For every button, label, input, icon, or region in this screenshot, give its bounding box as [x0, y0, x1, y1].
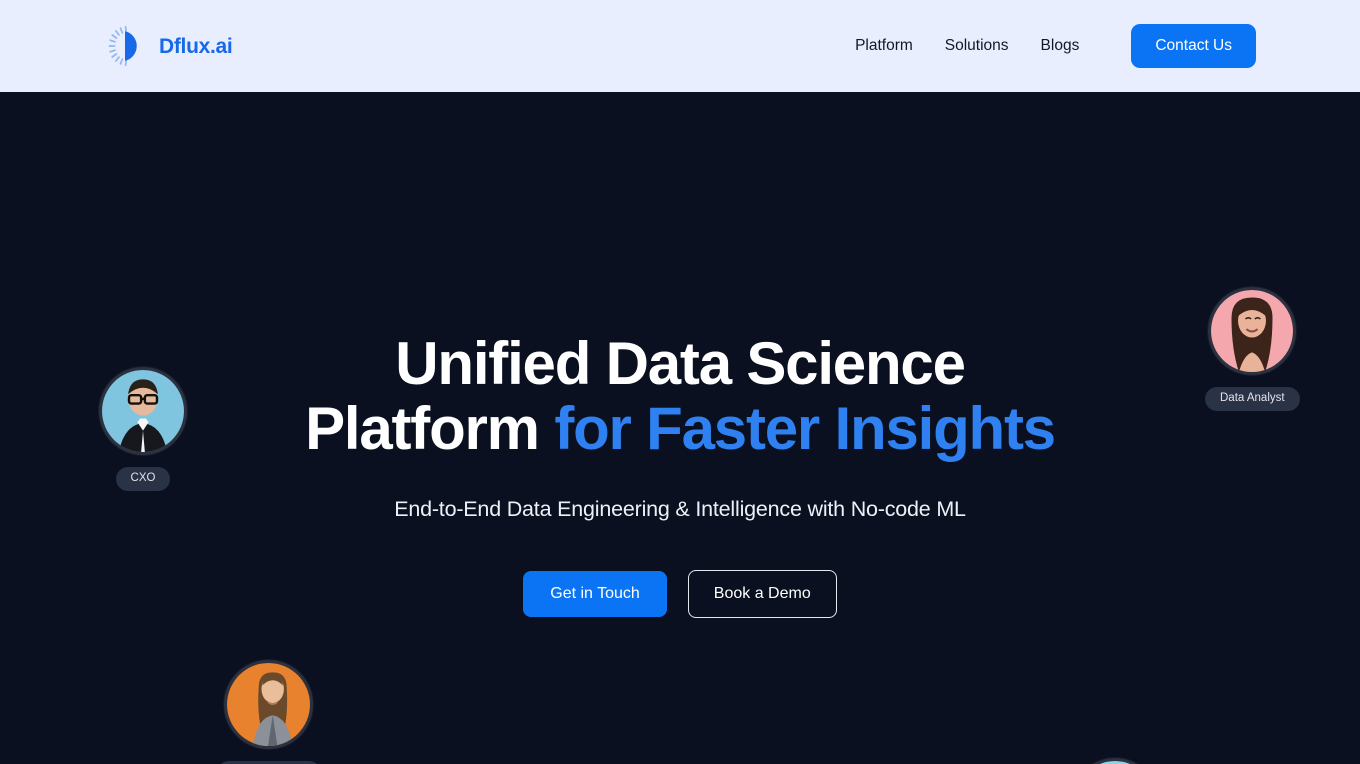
avatar-woman-grey-jacket — [224, 660, 314, 749]
brand-name: Dflux.ai — [159, 34, 233, 58]
persona-data-analyst[interactable]: Data Analyst — [1205, 287, 1300, 411]
get-in-touch-button[interactable]: Get in Touch — [523, 571, 667, 617]
contact-us-button[interactable]: Contact Us — [1131, 24, 1256, 68]
avatar-man-glasses-suit — [99, 367, 187, 455]
book-a-demo-button[interactable]: Book a Demo — [687, 570, 837, 618]
hero-title-line1: Unified Data Science — [395, 330, 966, 397]
dflux-crescent-starburst-logo — [108, 26, 150, 66]
site-header: Dflux.ai Platform Solutions Blogs Contac… — [0, 0, 1360, 92]
main-nav: Platform Solutions Blogs Contact Us — [855, 0, 1256, 92]
hero-section: Unified Data Science Platform for Faster… — [0, 92, 1360, 764]
persona-data-scientist[interactable] — [1072, 758, 1158, 764]
brand-logo[interactable]: Dflux.ai — [108, 26, 233, 66]
hero-cta-group: Get in Touch Book a Demo — [0, 570, 1360, 618]
persona-badge-data-analyst: Data Analyst — [1205, 387, 1300, 411]
persona-data-engineer[interactable]: Data Engineer — [217, 660, 321, 764]
page-title: Unified Data Science Platform for Faster… — [0, 330, 1360, 462]
nav-item-blogs[interactable]: Blogs — [1025, 38, 1096, 54]
persona-cxo[interactable]: CXO — [99, 367, 187, 491]
nav-item-solutions[interactable]: Solutions — [929, 38, 1025, 54]
avatar-woman-long-dark-hair — [1208, 287, 1297, 375]
hero-title-line2-accent: for Faster Insights — [554, 394, 1056, 462]
hero-subtitle: End-to-End Data Engineering & Intelligen… — [394, 497, 966, 521]
avatar-man-beard-outdoors — [1072, 758, 1158, 764]
nav-item-platform[interactable]: Platform — [855, 38, 929, 54]
hero-title-line2-plain: Platform — [305, 394, 555, 462]
persona-badge-cxo: CXO — [115, 467, 171, 491]
